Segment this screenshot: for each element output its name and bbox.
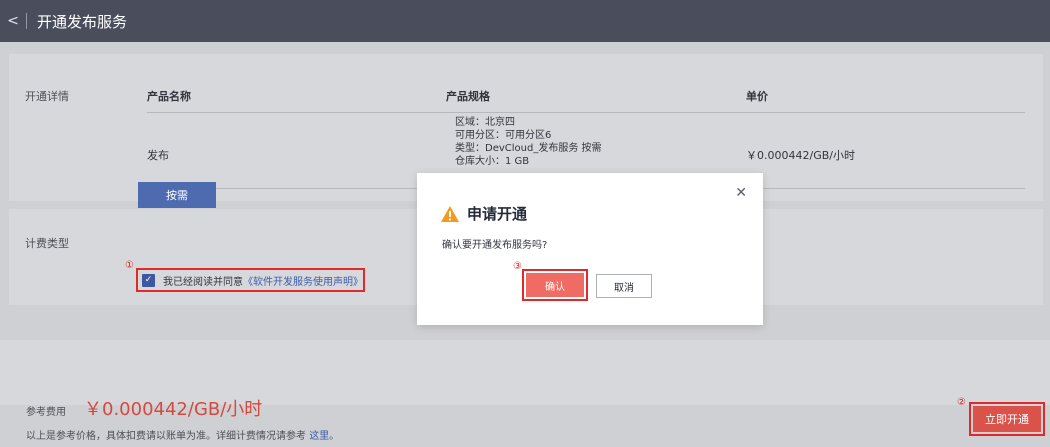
agreement-link[interactable]: 《软件开发服务使用声明》 bbox=[243, 273, 363, 288]
divider bbox=[26, 13, 27, 29]
details-label: 开通详情 bbox=[25, 90, 69, 103]
dialog-message: 确认要开通发布服务吗? bbox=[442, 240, 548, 251]
page-title: 开通发布服务 bbox=[37, 12, 128, 31]
fee-price: ￥0.000442/GB/小时 bbox=[84, 399, 263, 420]
fee-label: 参考费用 bbox=[26, 407, 66, 418]
warning-icon bbox=[441, 205, 459, 222]
agreement-text: 我已经阅读并同意 bbox=[163, 276, 243, 288]
open-button-highlight: 立即开通 bbox=[969, 402, 1045, 436]
top-bar: < 开通发布服务 bbox=[0, 0, 1050, 42]
billing-label: 计费类型 bbox=[25, 237, 69, 250]
column-unit-price: 单价 bbox=[746, 90, 768, 103]
chevron-left-icon[interactable]: < bbox=[0, 13, 26, 29]
fee-note-text: 以上是参考价格，具体扣费请以账单为准。详细计费情况请参考 bbox=[26, 431, 306, 442]
open-now-button[interactable]: 立即开通 bbox=[973, 406, 1041, 432]
dialog-title-text: 申请开通 bbox=[467, 205, 528, 223]
product-spec: 区域：北京四 可用分区：可用分区6 类型：DevCloud_发布服务 按需 仓库… bbox=[455, 116, 602, 168]
close-icon[interactable]: ✕ bbox=[735, 185, 747, 201]
spec-line: 类型：DevCloud_发布服务 按需 bbox=[455, 143, 602, 154]
agreement-checkbox-row[interactable]: ✓ 我已经阅读并同意 《软件开发服务使用声明》 bbox=[136, 268, 365, 292]
dialog-title: 申请开通 bbox=[441, 203, 527, 224]
confirm-dialog: ✕ 申请开通 确认要开通发布服务吗? ③ 确认 取消 bbox=[417, 173, 763, 325]
unit-price: ￥0.000442/GB/小时 bbox=[746, 149, 855, 162]
spec-line: 仓库大小：1 GB bbox=[455, 156, 530, 167]
fee-note: 以上是参考价格，具体扣费请以账单为准。详细计费情况请参考 这里。 bbox=[26, 427, 339, 442]
spec-line: 可用分区：可用分区6 bbox=[455, 130, 552, 141]
on-demand-button[interactable]: 按需 bbox=[138, 182, 216, 208]
pricing-link[interactable]: 这里。 bbox=[309, 431, 339, 442]
step-marker-1: ① bbox=[125, 260, 134, 271]
checkbox-checked-icon[interactable]: ✓ bbox=[142, 273, 155, 287]
confirm-button[interactable]: 确认 bbox=[526, 273, 584, 297]
product-name: 发布 bbox=[147, 149, 169, 162]
confirm-button-highlight: 确认 bbox=[522, 269, 588, 301]
column-product-spec: 产品规格 bbox=[446, 90, 490, 103]
divider bbox=[147, 112, 1025, 113]
step-marker-2: ② bbox=[957, 397, 966, 408]
column-product-name: 产品名称 bbox=[147, 90, 191, 103]
cancel-button[interactable]: 取消 bbox=[596, 274, 652, 298]
step-marker-3: ③ bbox=[513, 261, 522, 272]
spec-line: 区域：北京四 bbox=[455, 117, 515, 128]
